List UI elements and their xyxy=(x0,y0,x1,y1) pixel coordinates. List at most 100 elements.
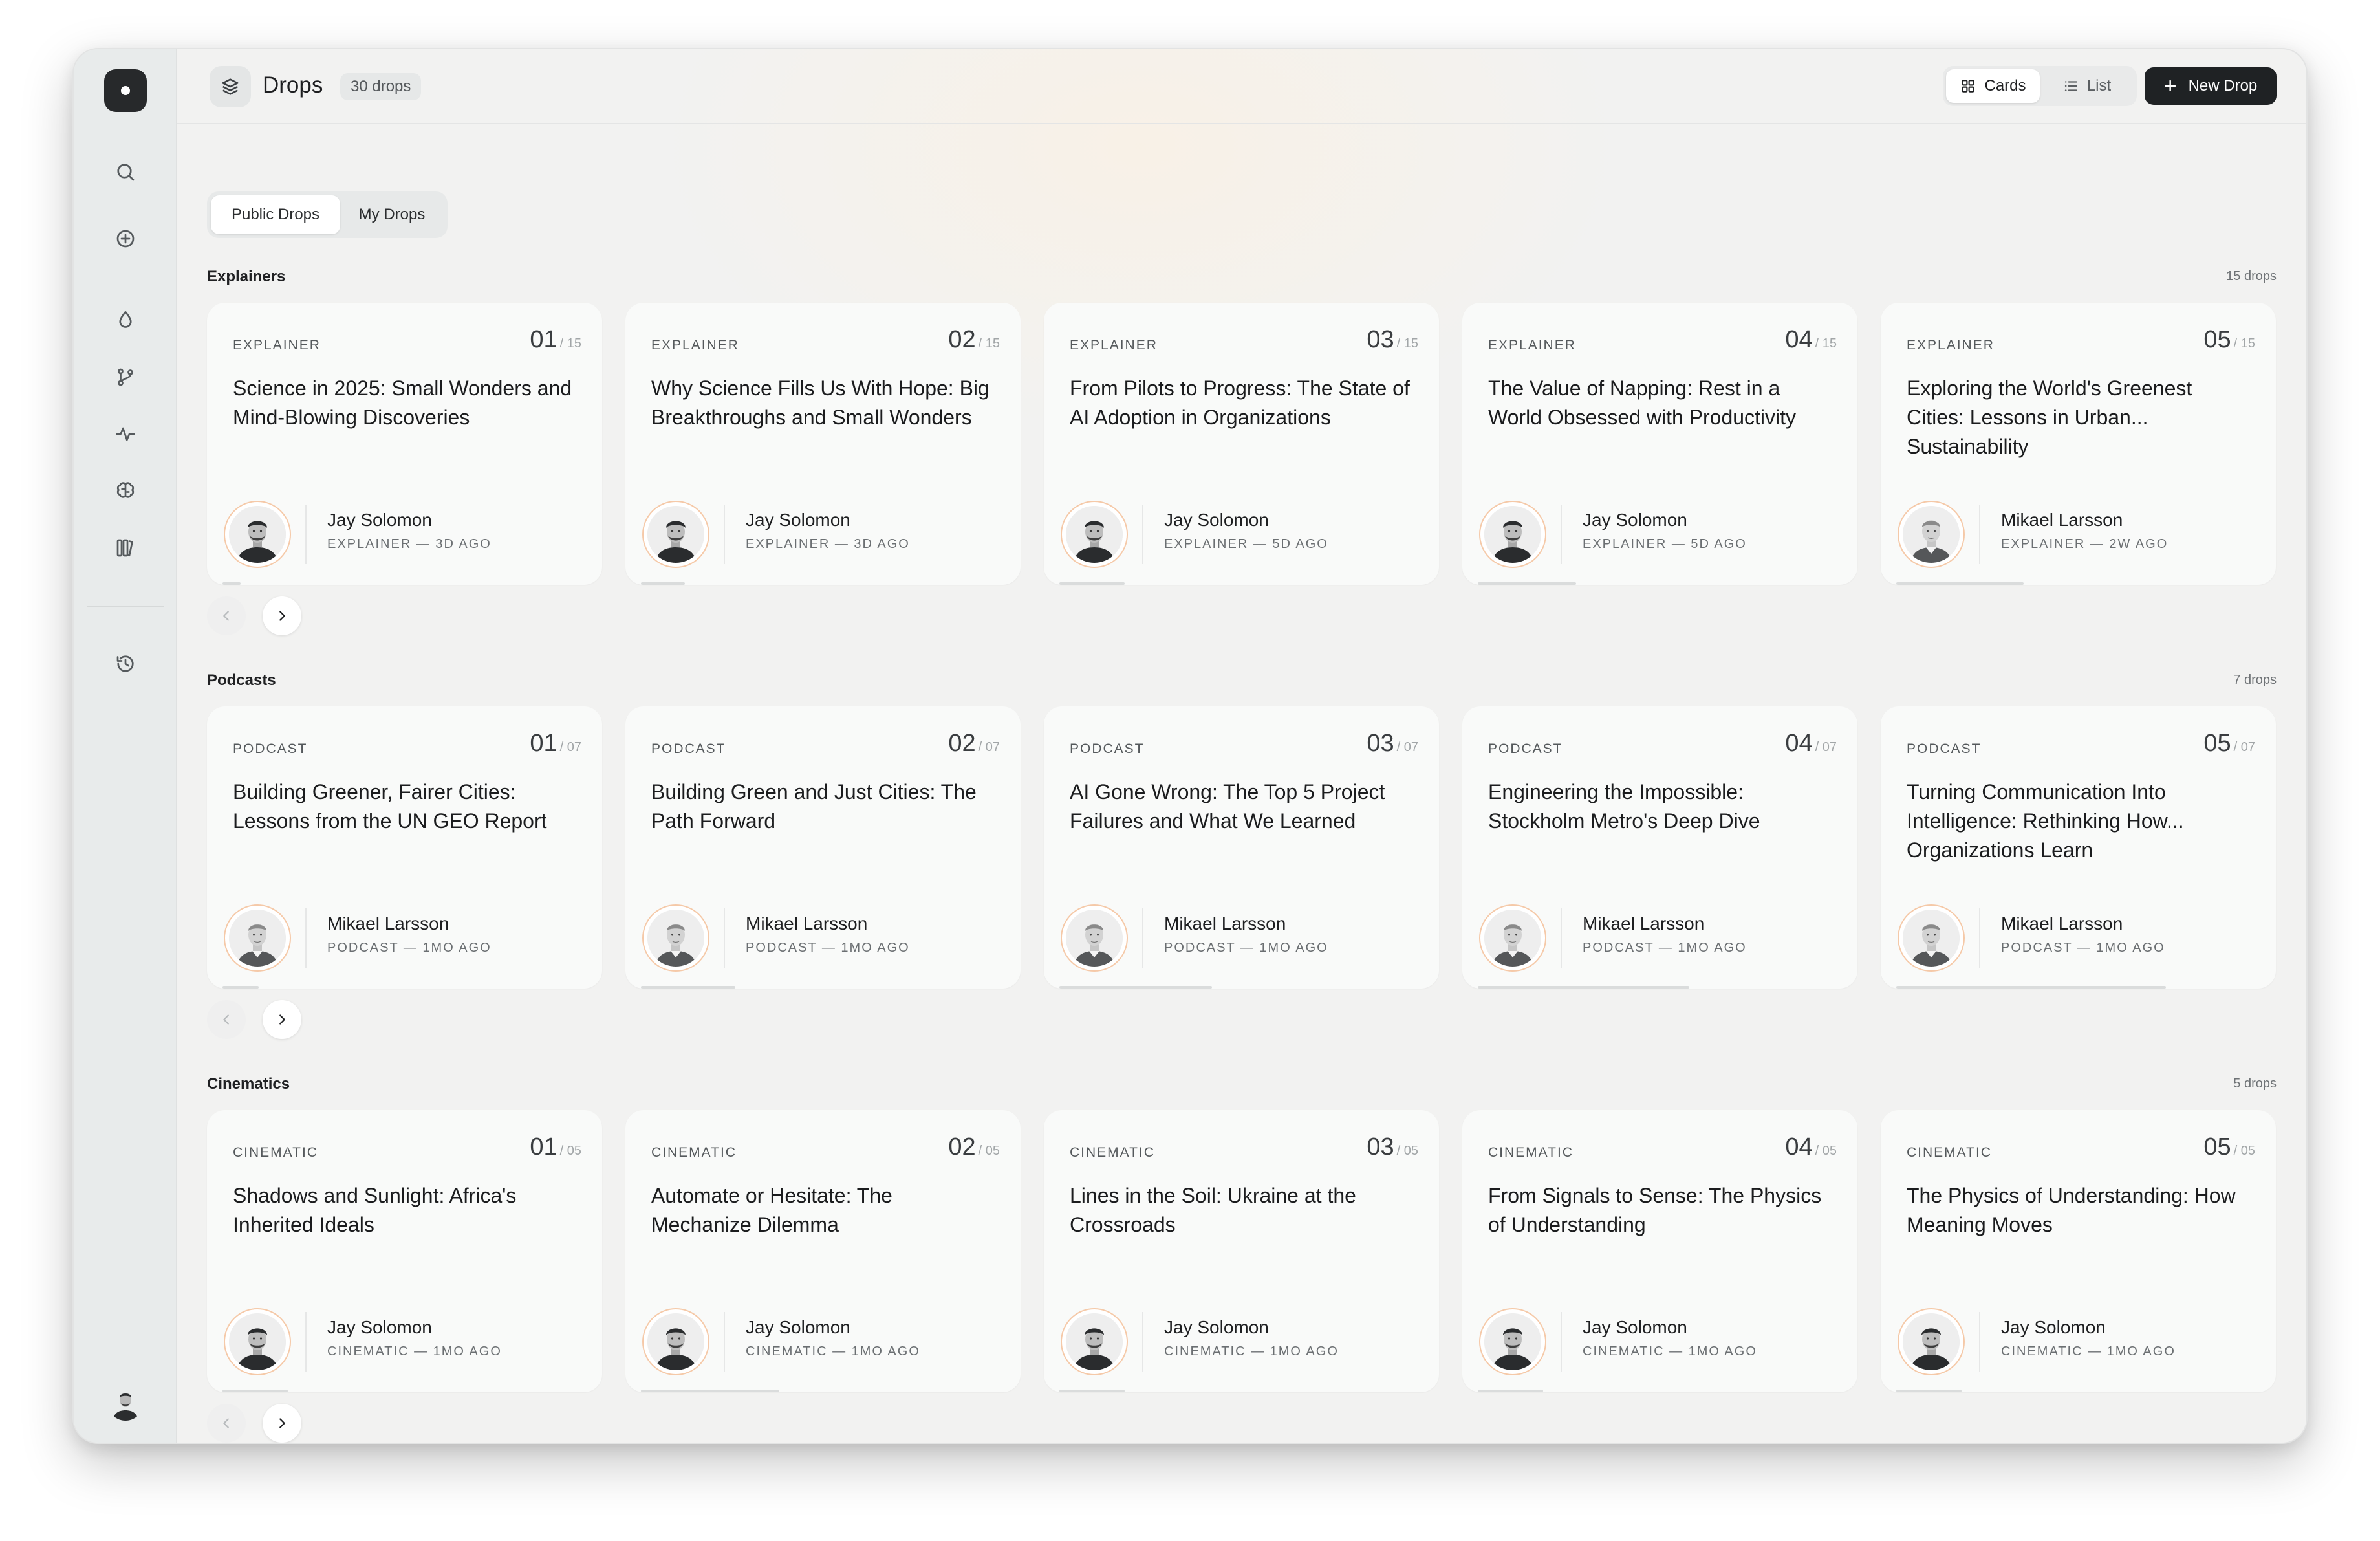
carousel-pager xyxy=(207,1000,301,1039)
author-avatar xyxy=(1898,501,1965,568)
card-meta: PODCAST — 1MO AGO xyxy=(1583,941,1747,955)
activity-icon[interactable] xyxy=(110,419,141,450)
next-button[interactable] xyxy=(263,1404,301,1443)
card-divider xyxy=(305,505,307,564)
next-button[interactable] xyxy=(263,1000,301,1039)
card-index-total: / 07 xyxy=(1396,740,1418,754)
history-icon[interactable] xyxy=(110,648,141,679)
card-title: Lines in the Soil: Ukraine at the Crossr… xyxy=(1070,1184,1356,1236)
drop-card[interactable]: PODCAST 04/ 07 Engineering the Impossibl… xyxy=(1462,706,1857,989)
card-author: Mikael Larsson xyxy=(327,913,449,934)
card-index: 04/ 15 xyxy=(1785,326,1837,354)
drop-card[interactable]: CINEMATIC 05/ 05 The Physics of Understa… xyxy=(1881,1110,2276,1392)
chevron-right-icon xyxy=(279,1418,285,1428)
card-title: From Signals to Sense: The Physics of Un… xyxy=(1488,1184,1822,1236)
tab-public-drops[interactable]: Public Drops xyxy=(211,195,340,234)
drop-card[interactable]: PODCAST 05/ 07 Turning Communication Int… xyxy=(1881,706,2276,989)
drop-icon[interactable] xyxy=(110,305,141,336)
drop-card[interactable]: CINEMATIC 01/ 05 Shadows and Sunlight: A… xyxy=(207,1110,602,1392)
list-view-button[interactable]: List xyxy=(2040,69,2134,103)
drop-card[interactable]: EXPLAINER 01/ 15 Science in 2025: Small … xyxy=(207,303,602,585)
card-index: 05/ 15 xyxy=(2203,326,2255,354)
drop-card[interactable]: CINEMATIC 03/ 05 Lines in the Soil: Ukra… xyxy=(1044,1110,1439,1392)
page-title: Drops xyxy=(263,72,323,98)
add-circle-icon[interactable] xyxy=(110,223,141,254)
author-photo xyxy=(1066,506,1123,563)
sidebar xyxy=(74,49,177,1443)
carousel-pager xyxy=(207,1404,301,1443)
author-photo xyxy=(1903,506,1960,563)
card-divider xyxy=(724,1312,725,1372)
author-avatar xyxy=(1898,904,1965,972)
brain-icon[interactable] xyxy=(110,475,141,507)
section-title: Podcasts xyxy=(207,672,276,689)
card-divider xyxy=(1142,908,1143,968)
drop-card[interactable]: EXPLAINER 02/ 15 Why Science Fills Us Wi… xyxy=(625,303,1021,585)
branch-icon[interactable] xyxy=(110,362,141,393)
author-photo xyxy=(1484,1313,1541,1370)
card-meta: PODCAST — 1MO AGO xyxy=(327,941,492,955)
search-icon[interactable] xyxy=(110,157,141,188)
list-view-label: List xyxy=(2086,77,2112,94)
card-category: PODCAST xyxy=(1907,741,1982,756)
previous-button[interactable] xyxy=(207,1404,246,1443)
top-header: Drops 30 drops Cards List + New Drop xyxy=(177,49,2306,124)
card-index: 03/ 05 xyxy=(1367,1133,1418,1161)
drop-card[interactable]: CINEMATIC 04/ 05 From Signals to Sense: … xyxy=(1462,1110,1857,1392)
author-photo xyxy=(1484,910,1541,967)
card-index: 04/ 05 xyxy=(1785,1133,1837,1161)
card-index-number: 02 xyxy=(948,326,976,353)
carousel-pager xyxy=(207,596,301,635)
card-author: Jay Solomon xyxy=(1583,1317,1687,1337)
card-progress-bar xyxy=(1478,1390,1543,1392)
author-avatar xyxy=(1479,904,1546,972)
previous-button[interactable] xyxy=(207,1000,246,1039)
card-meta: PODCAST — 1MO AGO xyxy=(1164,941,1328,955)
card-meta: EXPLAINER — 5D AGO xyxy=(1164,537,1328,551)
card-index-total: / 07 xyxy=(1815,740,1837,754)
card-title: The Value of Napping: Rest in a World Ob… xyxy=(1488,377,1797,429)
card-index-number: 04 xyxy=(1785,1133,1813,1161)
card-index-number: 05 xyxy=(2203,730,2231,757)
list-icon xyxy=(2064,81,2077,91)
card-progress-bar xyxy=(1059,1390,1125,1392)
tab-my-drops[interactable]: My Drops xyxy=(340,195,444,234)
card-divider xyxy=(1979,1312,1980,1372)
next-button[interactable] xyxy=(263,596,301,635)
card-progress-bar xyxy=(1478,986,1689,989)
card-index: 01/ 07 xyxy=(530,730,581,758)
card-index-total: / 15 xyxy=(559,336,581,351)
card-author: Jay Solomon xyxy=(327,510,432,530)
chevron-right-icon xyxy=(279,1014,285,1025)
drop-card[interactable]: EXPLAINER 03/ 15 From Pilots to Progress… xyxy=(1044,303,1439,585)
card-progress-bar xyxy=(1059,582,1125,585)
card-index-number: 01 xyxy=(530,1133,557,1161)
app-window: Drops 30 drops Cards List + New Drop Pub… xyxy=(72,48,2308,1444)
cards-view-button[interactable]: Cards xyxy=(1946,69,2040,103)
chevron-left-icon xyxy=(223,1418,229,1428)
card-index-total: / 05 xyxy=(559,1144,581,1158)
card-title: Building Green and Just Cities: The Path… xyxy=(651,780,977,833)
main-content: Public Drops My Drops Explainers 15 drops… xyxy=(177,124,2306,1443)
author-photo xyxy=(647,910,704,967)
previous-button[interactable] xyxy=(207,596,246,635)
drop-card[interactable]: EXPLAINER 05/ 15 Exploring the World's G… xyxy=(1881,303,2276,585)
drop-card[interactable]: PODCAST 03/ 07 AI Gone Wrong: The Top 5 … xyxy=(1044,706,1439,989)
card-index-total: / 05 xyxy=(1396,1144,1418,1158)
drop-card[interactable]: CINEMATIC 02/ 05 Automate or Hesitate: T… xyxy=(625,1110,1021,1392)
card-index-total: / 07 xyxy=(2233,740,2255,754)
drops-scope-tabs: Public Drops My Drops xyxy=(207,191,448,238)
layers-icon xyxy=(210,66,251,107)
library-icon[interactable] xyxy=(110,532,141,563)
app-logo[interactable] xyxy=(104,69,147,112)
card-author: Jay Solomon xyxy=(746,510,850,530)
drop-card[interactable]: EXPLAINER 04/ 15 The Value of Napping: R… xyxy=(1462,303,1857,585)
drop-card[interactable]: PODCAST 01/ 07 Building Greener, Fairer … xyxy=(207,706,602,989)
card-index: 02/ 07 xyxy=(948,730,1000,758)
card-row: PODCAST 01/ 07 Building Greener, Fairer … xyxy=(207,706,2276,989)
drop-card[interactable]: PODCAST 02/ 07 Building Green and Just C… xyxy=(625,706,1021,989)
new-drop-button[interactable]: + New Drop xyxy=(2145,67,2277,105)
card-index-total: / 15 xyxy=(1396,336,1418,351)
user-avatar[interactable] xyxy=(107,1384,144,1421)
author-avatar xyxy=(1479,1308,1546,1375)
